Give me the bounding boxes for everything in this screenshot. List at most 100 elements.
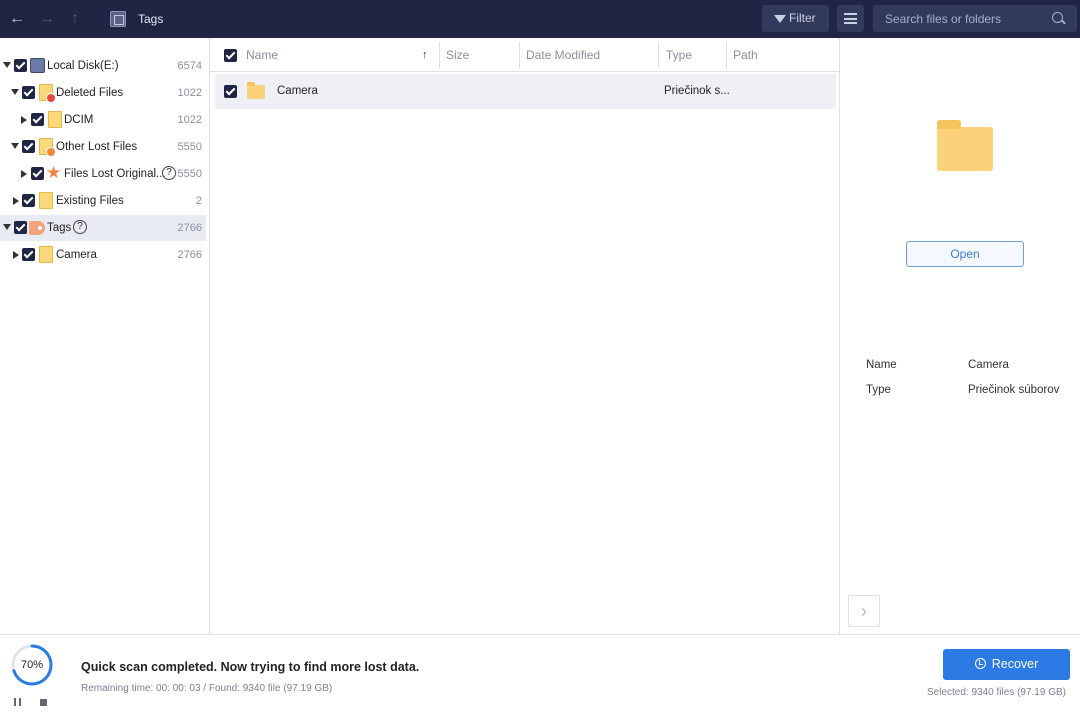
- recover-button[interactable]: Recover: [943, 649, 1070, 680]
- scan-status-details: Remaining time: 00: 00: 03 / Found: 9340…: [81, 683, 333, 694]
- select-all-checkbox[interactable]: [224, 49, 237, 62]
- funnel-icon: [774, 15, 786, 23]
- expand-arrow-icon[interactable]: [13, 251, 19, 259]
- table-row[interactable]: Camera Priečinok s...: [215, 74, 836, 109]
- status-bar: 70% Quick scan completed. Now trying to …: [0, 634, 1080, 712]
- checkbox[interactable]: [22, 194, 35, 207]
- help-icon[interactable]: ?: [73, 220, 87, 234]
- tree-item-label: DCIM: [64, 114, 94, 126]
- expand-arrow-icon[interactable]: [13, 197, 19, 205]
- scan-status-message: Quick scan completed. Now trying to find…: [81, 660, 420, 674]
- folder-icon: [48, 111, 62, 128]
- view-menu-button[interactable]: [837, 5, 864, 32]
- column-header-date-modified[interactable]: Date Modified: [526, 38, 600, 72]
- sort-ascending-icon[interactable]: ↑: [422, 49, 428, 61]
- recover-label: Recover: [991, 657, 1039, 671]
- folder-tree: Local Disk(E:) 6574 Deleted Files 1022 D…: [0, 38, 210, 634]
- expand-arrow-icon[interactable]: [21, 116, 27, 124]
- chevron-right-icon: ›: [861, 601, 867, 621]
- row-type: Priečinok s...: [664, 85, 730, 97]
- lost-folder-icon: [39, 138, 56, 157]
- checkbox[interactable]: [14, 221, 27, 234]
- search-icon[interactable]: [1052, 12, 1063, 23]
- tree-item-existing-files[interactable]: Existing Files 2: [0, 188, 206, 214]
- location-icon: [110, 11, 126, 27]
- tree-item-label: Local Disk(E:): [47, 60, 119, 72]
- tree-item-count: 2: [195, 195, 202, 207]
- column-header-size[interactable]: Size: [446, 38, 469, 72]
- tree-item-label: Existing Files: [56, 195, 124, 207]
- row-checkbox[interactable]: [224, 85, 237, 98]
- expand-arrow-icon[interactable]: [21, 170, 27, 178]
- column-divider[interactable]: [519, 42, 520, 68]
- checkbox[interactable]: [22, 86, 35, 99]
- row-name: Camera: [277, 85, 318, 97]
- checkbox[interactable]: [22, 248, 35, 261]
- tree-item-dcim[interactable]: DCIM 1022: [0, 107, 206, 133]
- tree-item-count: 2766: [177, 222, 202, 234]
- breadcrumb: Tags: [138, 12, 164, 26]
- tree-item-camera[interactable]: Camera 2766: [0, 242, 206, 268]
- filter-label: Filter: [789, 11, 816, 25]
- forward-arrow-icon[interactable]: →: [37, 8, 57, 30]
- collapse-arrow-icon[interactable]: [11, 143, 19, 149]
- file-list: Name ↑ Size Date Modified Type Path Came…: [210, 38, 840, 634]
- checkbox[interactable]: [31, 113, 44, 126]
- selected-summary: Selected: 9340 files (97.19 GB): [927, 687, 1066, 698]
- tree-item-count: 1022: [177, 114, 202, 126]
- disk-icon: [30, 58, 45, 73]
- tree-item-files-lost-original[interactable]: ★ Files Lost Original... ? 5550: [0, 161, 206, 187]
- tree-item-label: Deleted Files: [56, 87, 124, 99]
- name-label: Name: [866, 359, 897, 371]
- tree-item-label: Tags: [47, 222, 72, 234]
- folder-icon: [39, 246, 53, 263]
- tree-item-count: 5550: [177, 168, 202, 180]
- progress-percent: 70%: [20, 659, 44, 671]
- up-arrow-icon[interactable]: ↑: [65, 8, 85, 30]
- column-header-name[interactable]: Name: [246, 38, 278, 72]
- type-label: Type: [866, 384, 891, 396]
- tree-item-label: Files Lost Original...: [64, 168, 166, 180]
- tree-item-label: Camera: [56, 249, 97, 261]
- menu-line-icon: [844, 13, 857, 15]
- folder-icon: [247, 82, 265, 99]
- checkbox[interactable]: [22, 140, 35, 153]
- deleted-folder-icon: [39, 84, 56, 103]
- column-divider[interactable]: [439, 42, 440, 68]
- tree-item-label: Other Lost Files: [56, 141, 138, 153]
- recover-icon: [974, 658, 986, 669]
- collapse-arrow-icon[interactable]: [3, 224, 11, 230]
- star-icon: ★: [46, 163, 62, 182]
- tree-item-other-lost-files[interactable]: Other Lost Files 5550: [0, 134, 206, 160]
- column-header-path[interactable]: Path: [733, 38, 758, 72]
- filter-button[interactable]: Filter: [762, 5, 829, 32]
- column-divider[interactable]: [658, 42, 659, 68]
- name-value: Camera: [968, 359, 1009, 371]
- collapse-arrow-icon[interactable]: [3, 62, 11, 68]
- list-header: Name ↑ Size Date Modified Type Path: [210, 38, 840, 72]
- type-value: Priečinok súborov: [968, 384, 1060, 396]
- tree-item-tags[interactable]: Tags ? 2766: [0, 215, 206, 241]
- next-preview-button[interactable]: ›: [848, 595, 880, 627]
- tree-item-count: 2766: [177, 249, 202, 261]
- tree-item-deleted-files[interactable]: Deleted Files 1022: [0, 80, 206, 106]
- help-icon[interactable]: ?: [162, 166, 176, 180]
- column-header-type[interactable]: Type: [666, 38, 692, 72]
- open-button[interactable]: Open: [906, 241, 1024, 267]
- folder-preview-icon: [937, 120, 993, 171]
- back-arrow-icon[interactable]: ←: [7, 8, 27, 30]
- checkbox[interactable]: [14, 59, 27, 72]
- stop-icon[interactable]: [40, 699, 47, 706]
- tree-item-count: 1022: [177, 87, 202, 99]
- tree-item-local-disk[interactable]: Local Disk(E:) 6574: [0, 53, 206, 79]
- preview-panel: Open Name Camera Type Priečinok súborov …: [841, 38, 1080, 634]
- collapse-arrow-icon[interactable]: [11, 89, 19, 95]
- column-divider[interactable]: [726, 42, 727, 68]
- menu-line-icon: [844, 17, 857, 20]
- tree-item-count: 5550: [177, 141, 202, 153]
- top-bar: ← → ↑ Tags Filter: [0, 0, 1080, 38]
- pause-icon[interactable]: [14, 698, 22, 706]
- checkbox[interactable]: [31, 167, 44, 180]
- tree-item-count: 6574: [177, 60, 202, 72]
- search-input[interactable]: [873, 5, 1077, 32]
